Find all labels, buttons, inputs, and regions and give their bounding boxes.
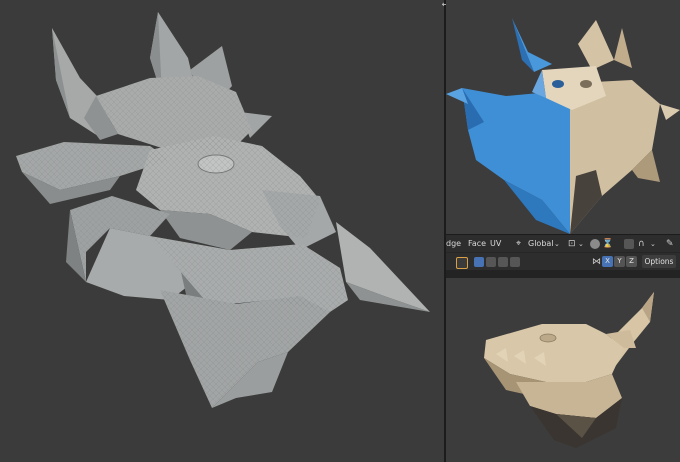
chevron-down-icon: ⌄ [554,240,560,248]
main-3d-viewport[interactable] [0,0,444,462]
top-right-3d-viewport[interactable] [446,0,680,234]
snap-magnet-icon[interactable] [590,239,600,249]
options-dropdown[interactable]: Options [642,255,676,268]
transform-orientation-dropdown[interactable]: Global [528,235,554,253]
falloff-curve-icon[interactable]: ∩ [638,235,645,253]
proportional-editing-icon[interactable] [624,239,634,249]
select-box-tool-icon[interactable] [456,257,468,269]
select-mode-intersect-icon[interactable] [510,257,520,267]
viewport-header-menus: dge Face UV ⌖ Global ⌄ ⊡ ⌄ ⌛ ∩ ⌄ ✎ [446,234,680,253]
menu-face[interactable]: Face [468,235,486,253]
chevron-down-icon: ⌄ [650,240,656,248]
menu-edge[interactable]: dge [446,235,461,253]
dragon-head-wireframe-model [16,12,430,408]
pivot-point-icon[interactable]: ⊡ [568,235,576,253]
area-divider-horizontal[interactable] [446,270,680,278]
mirror-butterfly-icon: ⋈ [592,257,601,267]
mirror-axis-z-toggle[interactable]: Z [626,256,637,267]
mirror-axis-y-toggle[interactable]: Y [614,256,625,267]
mirror-axis-x-toggle[interactable]: X [602,256,613,267]
select-mode-new-icon[interactable] [474,257,484,267]
dragon-head-shaded-model [484,292,654,448]
bottom-right-3d-viewport[interactable] [446,278,680,462]
select-mode-extend-icon[interactable] [486,257,496,267]
select-mode-subtract-icon[interactable] [498,257,508,267]
overlay-brush-icon[interactable]: ✎ [666,235,674,253]
transform-orientation-icon: ⌖ [516,239,522,249]
dragon-head-normals-model [446,18,680,234]
viewport-tool-header: ⋈ X Y Z Options [446,252,680,271]
chevron-down-icon: ⌄ [578,240,584,248]
snap-target-icon[interactable]: ⌛ [602,235,613,253]
menu-uv[interactable]: UV [490,235,501,253]
